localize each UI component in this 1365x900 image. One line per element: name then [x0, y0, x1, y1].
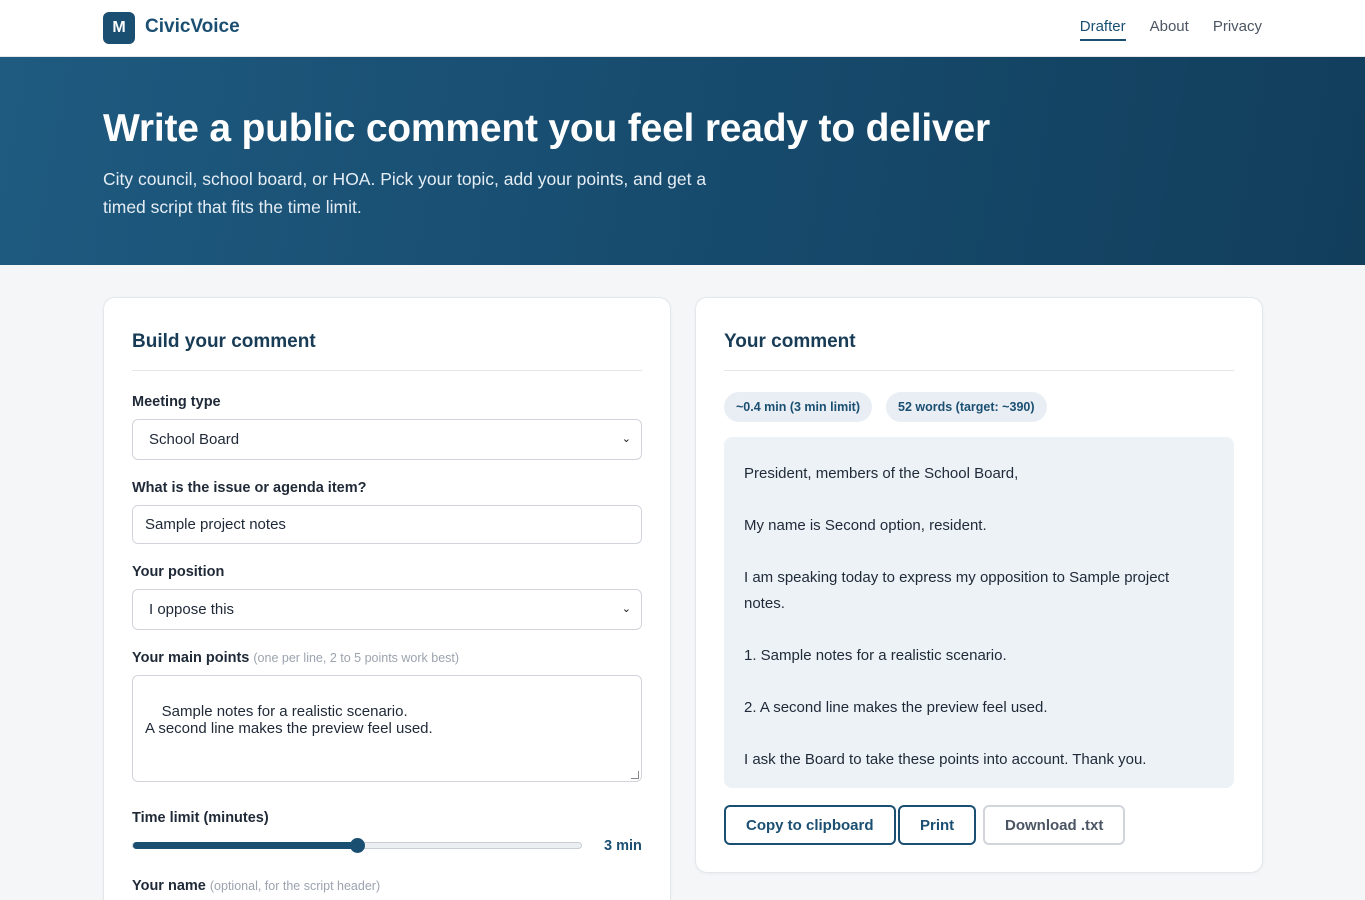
form-title: Build your comment [132, 331, 316, 352]
issue-value: Sample project notes [145, 516, 286, 533]
nav-link-about[interactable]: About [1150, 18, 1189, 41]
position-label: Your position [132, 564, 225, 580]
name-label: Your name (optional, for the script head… [132, 878, 380, 894]
logo-icon[interactable]: M [103, 12, 135, 44]
preview-paragraph: My name is Second option, resident. [744, 517, 987, 534]
nav-link-privacy[interactable]: Privacy [1213, 18, 1262, 41]
output-title: Your comment [724, 331, 856, 352]
copy-button[interactable]: Copy to clipboard [724, 805, 896, 845]
position-select[interactable]: I oppose this ⌄ [132, 589, 642, 630]
points-value: Sample notes for a realistic scenario. A… [145, 703, 433, 737]
resize-handle-icon[interactable] [631, 771, 639, 779]
points-hint: (one per line, 2 to 5 points work best) [253, 651, 460, 665]
preview-paragraph: I am speaking today to express my opposi… [744, 569, 1170, 612]
duration-badge: ~0.4 min (3 min limit) [724, 392, 872, 422]
word-count-badge: 52 words (target: ~390) [886, 392, 1047, 422]
preview-paragraph: 2. A second line makes the preview feel … [744, 699, 1048, 716]
name-hint: (optional, for the script header) [209, 879, 381, 893]
top-nav: M CivicVoice Drafter About Privacy [0, 0, 1365, 57]
slider-fill [133, 842, 357, 849]
issue-input[interactable]: Sample project notes [132, 505, 642, 544]
chevron-down-icon: ⌄ [621, 433, 631, 445]
hero-title: Write a public comment you feel ready to… [103, 107, 990, 150]
hero-subtitle: City council, school board, or HOA. Pick… [103, 169, 707, 217]
divider [724, 370, 1234, 371]
meeting-type-select[interactable]: School Board ⌄ [132, 419, 642, 460]
preview-paragraph: President, members of the School Board, [744, 465, 1019, 482]
nav-link-drafter[interactable]: Drafter [1079, 18, 1126, 41]
brand-name[interactable]: CivicVoice [145, 16, 240, 38]
name-label-text: Your name [132, 878, 206, 894]
time-limit-label: Time limit (minutes) [132, 810, 269, 826]
divider [132, 370, 642, 371]
download-button[interactable]: Download .txt [983, 805, 1126, 845]
preview-paragraph: 1. Sample notes for a realistic scenario… [744, 647, 1007, 664]
preview-paragraph: I ask the Board to take these points int… [744, 751, 1147, 768]
comment-preview: President, members of the School Board, … [724, 437, 1234, 788]
hero-banner: Write a public comment you feel ready to… [0, 57, 1365, 265]
your-comment-card: Your comment ~0.4 min (3 min limit) 52 w… [695, 297, 1263, 873]
time-limit-slider[interactable] [132, 838, 582, 853]
issue-label: What is the issue or agenda item? [132, 480, 367, 496]
meeting-type-value: School Board [149, 431, 240, 448]
meeting-type-label: Meeting type [132, 394, 221, 410]
points-label: Your main points (one per line, 2 to 5 p… [132, 650, 459, 666]
points-textarea[interactable]: Sample notes for a realistic scenario. A… [132, 675, 642, 782]
time-limit-value: 3 min [604, 838, 642, 854]
nav-links: Drafter About Privacy [1079, 18, 1262, 41]
print-button[interactable]: Print [898, 805, 977, 845]
build-comment-card: Build your comment Meeting type School B… [103, 297, 671, 900]
position-value: I oppose this [149, 601, 235, 618]
slider-thumb[interactable] [350, 838, 365, 853]
points-label-text: Your main points [132, 650, 250, 666]
chevron-down-icon: ⌄ [621, 603, 631, 615]
